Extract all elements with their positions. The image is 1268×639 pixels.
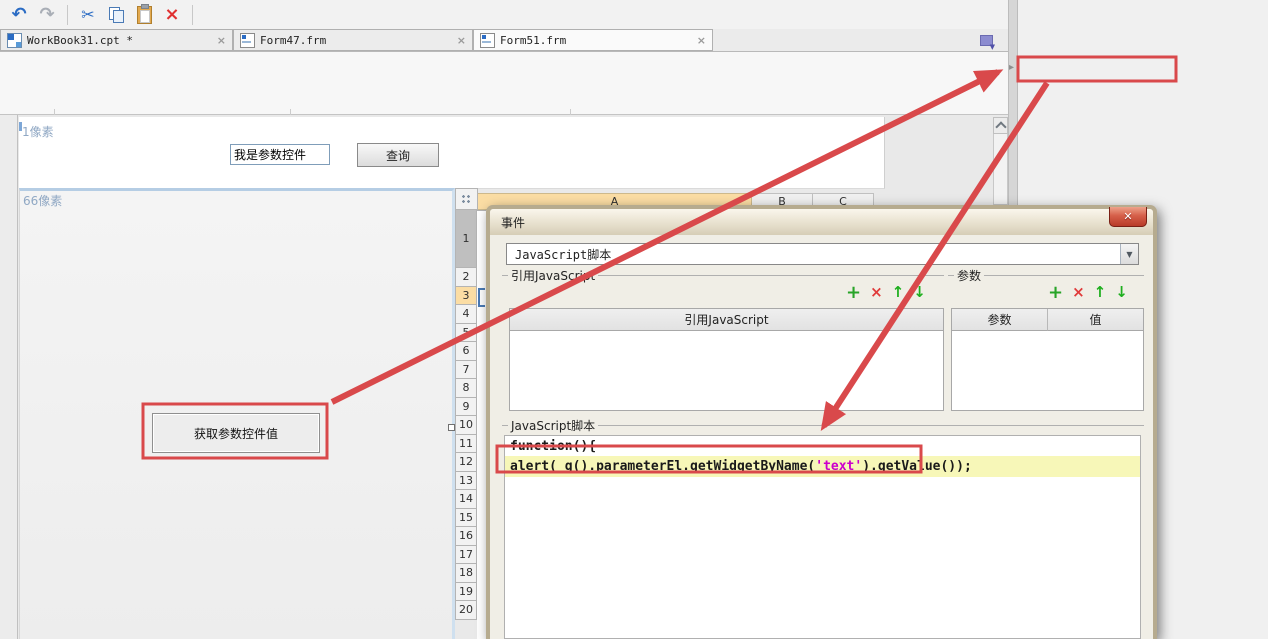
form-block-height-label: 66像素: [23, 194, 63, 208]
chevron-up-icon: [994, 121, 1007, 133]
toolbar-separator: [192, 4, 193, 25]
row-header-1[interactable]: 1: [455, 210, 477, 268]
copy-icon[interactable]: [105, 4, 127, 26]
left-collapsed-panel[interactable]: [0, 115, 18, 639]
move-up-icon[interactable]: ↑: [892, 283, 905, 301]
row-header-4[interactable]: 4: [455, 305, 477, 324]
sheet-select-all-corner[interactable]: [455, 188, 478, 210]
chevron-down-icon[interactable]: ▼: [1120, 244, 1138, 264]
move-up-icon[interactable]: ↑: [1094, 283, 1107, 301]
params-group: 参数: [948, 269, 1144, 283]
block-resize-handle[interactable]: [448, 424, 455, 431]
row-header-2[interactable]: 2: [455, 268, 477, 287]
tab-form51[interactable]: Form51.frm ×: [473, 29, 713, 51]
sheet-row-headers: 1 2 3 4 5 6 7 8 9 10 11 12 13 14 15 16 17 18 19 20: [455, 210, 477, 620]
float-window-icon[interactable]: [980, 35, 995, 51]
reference-js-table[interactable]: 引用JavaScript: [509, 308, 944, 411]
reference-js-group: 引用JavaScript: [502, 269, 944, 283]
reference-js-table-header: 引用JavaScript: [510, 309, 943, 331]
cut-icon[interactable]: ✂: [77, 4, 99, 26]
param-pane-height-label: 1像素: [22, 125, 54, 139]
row-header-5[interactable]: 5: [455, 323, 477, 342]
params-group-label: 参数: [957, 269, 982, 283]
finereport-designer: ↶ ↷ ✂ × WorkBook31.cpt * × Form47.frm × …: [0, 0, 1268, 639]
row-header-19[interactable]: 19: [455, 582, 477, 601]
param-pane[interactable]: 1像素 查询: [19, 117, 885, 189]
tab-close-icon[interactable]: ×: [457, 34, 466, 47]
row-header-17[interactable]: 17: [455, 545, 477, 564]
params-toolbar: + × ↑ ↓: [1048, 282, 1128, 303]
tab-form47[interactable]: Form47.frm ×: [233, 29, 473, 51]
dialog-title: 事件: [501, 215, 526, 230]
tab-label: Form47.frm: [260, 33, 327, 47]
delete-icon[interactable]: ×: [161, 4, 183, 26]
ribbon: 白块 图表 ▼ lab ▼: [0, 52, 1008, 161]
row-header-20[interactable]: 20: [455, 601, 477, 620]
form-block[interactable]: 66像素 获取参数控件值: [19, 188, 455, 639]
tab-close-icon[interactable]: ×: [697, 34, 706, 47]
row-header-11[interactable]: 11: [455, 434, 477, 453]
query-button[interactable]: 查询: [357, 143, 439, 167]
row-header-3[interactable]: 3: [455, 286, 477, 305]
row-header-8[interactable]: 8: [455, 379, 477, 398]
splitter-collapse-icon[interactable]: ▸: [1009, 62, 1014, 73]
toolbar-separator: [67, 4, 68, 25]
tab-workbook31[interactable]: WorkBook31.cpt * ×: [0, 29, 233, 51]
grid-dots-icon: [461, 193, 472, 205]
form-icon: [240, 32, 255, 48]
redo-icon[interactable]: ↷: [36, 4, 58, 26]
remove-icon[interactable]: ×: [1072, 283, 1085, 301]
reference-js-toolbar: + × ↑ ↓: [846, 282, 926, 303]
tab-close-icon[interactable]: ×: [217, 34, 226, 47]
scroll-up-button[interactable]: [993, 117, 1008, 134]
workbook-icon: [7, 32, 22, 48]
move-down-icon[interactable]: ↓: [1115, 283, 1128, 301]
event-type-dropdown[interactable]: JavaScript脚本 ▼: [506, 243, 1139, 265]
tab-label: WorkBook31.cpt *: [27, 33, 133, 47]
row-header-18[interactable]: 18: [455, 564, 477, 583]
js-code-editor[interactable]: function(){ alert(_g().parameterEl.getWi…: [504, 435, 1141, 639]
code-line-1: function(){: [510, 439, 597, 454]
script-group-label: JavaScript脚本: [511, 419, 596, 433]
add-icon[interactable]: +: [846, 282, 861, 303]
row-header-12[interactable]: 12: [455, 453, 477, 472]
event-type-value: JavaScript脚本: [515, 247, 612, 262]
document-tabbar: WorkBook31.cpt * × Form47.frm × Form51.f…: [0, 29, 1008, 52]
row-header-9[interactable]: 9: [455, 397, 477, 416]
add-icon[interactable]: +: [1048, 282, 1063, 303]
row-header-13[interactable]: 13: [455, 471, 477, 490]
dialog-close-button[interactable]: ✕: [1109, 207, 1147, 227]
params-col-header: 参数: [952, 309, 1048, 331]
value-col-header: 值: [1048, 309, 1143, 331]
tab-label: Form51.frm: [500, 33, 567, 47]
row-header-6[interactable]: 6: [455, 342, 477, 361]
params-table[interactable]: 参数 值: [951, 308, 1144, 411]
get-param-value-button[interactable]: 获取参数控件值: [152, 413, 320, 453]
undo-icon[interactable]: ↶: [8, 4, 30, 26]
main-toolbar: ↶ ↷ ✂ ×: [0, 0, 1008, 29]
dialog-titlebar[interactable]: 事件: [490, 209, 1153, 235]
row-header-16[interactable]: 16: [455, 527, 477, 546]
row-header-14[interactable]: 14: [455, 490, 477, 509]
script-group: JavaScript脚本: [502, 419, 1144, 433]
row-header-10[interactable]: 10: [455, 416, 477, 435]
param-text-widget[interactable]: [230, 144, 330, 165]
move-down-icon[interactable]: ↓: [913, 283, 926, 301]
form-icon: [480, 32, 495, 48]
remove-icon[interactable]: ×: [870, 283, 883, 301]
code-string-literal: 'text': [815, 459, 863, 474]
reference-js-group-label: 引用JavaScript: [511, 269, 596, 283]
event-dialog: 事件 ✕ JavaScript脚本 ▼ 引用JavaScript 参数 + × …: [486, 205, 1157, 639]
row-header-7[interactable]: 7: [455, 360, 477, 379]
code-line-2: alert(_g().parameterEl.getWidgetByName('…: [505, 456, 1140, 477]
selected-cell-border: [478, 288, 485, 307]
sheet-cells[interactable]: [477, 210, 486, 639]
paste-icon[interactable]: [133, 3, 155, 26]
row-header-15[interactable]: 15: [455, 508, 477, 527]
